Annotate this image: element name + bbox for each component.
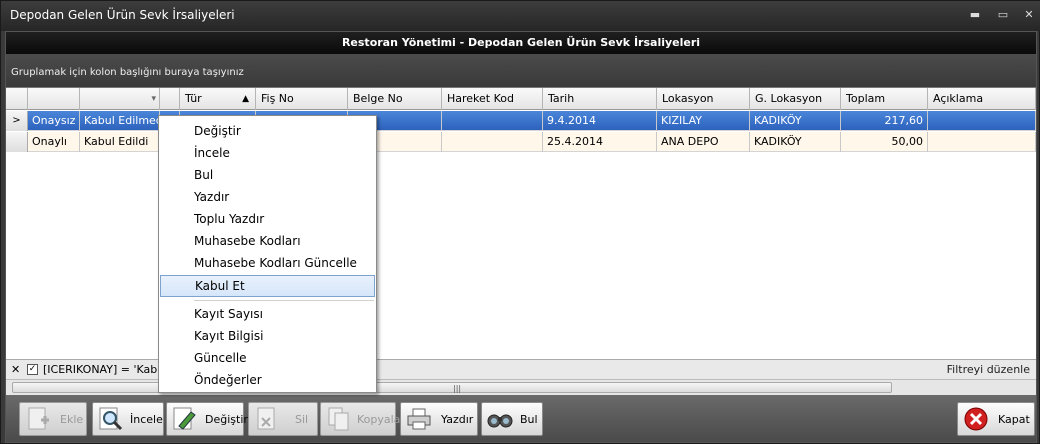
menu-item-kabul-et[interactable]: Kabul Et (160, 275, 375, 297)
column-header-tarih[interactable]: Tarih (543, 88, 657, 110)
column-header-hareket-kod[interactable]: Hareket Kod (442, 88, 543, 110)
edit-button[interactable]: Değiştir (166, 402, 248, 436)
column-header-fis-no[interactable]: Fiş No (256, 88, 348, 110)
menu-item-kayit-sayisi[interactable]: Kayıt Sayısı (159, 303, 376, 325)
inspect-button-label: İncele (130, 413, 163, 426)
column-header-tur[interactable]: Tür ▲ (180, 88, 256, 110)
menu-item-yazdir[interactable]: Yazdır (159, 186, 376, 208)
printer-icon (407, 408, 431, 430)
add-button[interactable]: Ekle (19, 402, 87, 436)
cell-toplam: 50,00 (841, 132, 928, 152)
delete-document-icon (257, 407, 275, 430)
cell-aciklama (928, 132, 1036, 152)
window-title: Depodan Gelen Ürün Sevk İrsaliyeleri (10, 8, 235, 22)
column-header-aciklama[interactable]: Açıklama (928, 88, 1036, 110)
add-button-label: Ekle (60, 413, 84, 426)
menu-item-kayit-bilgisi[interactable]: Kayıt Bilgisi (159, 325, 376, 347)
cell-durum: Onaysız (28, 111, 80, 131)
menu-item-toplu-yazdir[interactable]: Toplu Yazdır (159, 208, 376, 230)
cell-lokasyon: ANA DEPO (657, 132, 750, 152)
grid-header: ▾ Tür ▲ Fiş No Belge No Hareket Kod Tari… (6, 88, 1036, 110)
cell-toplam: 217,60 (841, 111, 928, 131)
find-button[interactable]: Bul (481, 402, 543, 436)
column-header-indicator[interactable] (6, 88, 28, 110)
column-header-durum[interactable] (28, 88, 80, 110)
cell-hareket-kod (442, 111, 543, 131)
group-panel[interactable]: Gruplamak için kolon başlığını buraya ta… (6, 54, 1036, 87)
menu-item-degistir[interactable]: Değiştir (159, 120, 376, 142)
binoculars-icon (487, 414, 513, 428)
column-label-tur: Tür (185, 92, 202, 105)
cell-g-lokasyon: KADIKÖY (750, 132, 841, 152)
cell-lokasyon: KIZILAY (657, 111, 750, 131)
add-document-icon (28, 407, 49, 430)
magnifier-icon (99, 407, 123, 431)
page-title: Restoran Yönetimi - Depodan Gelen Ürün S… (6, 32, 1036, 54)
cell-aciklama (928, 111, 1036, 131)
cell-tarih: 9.4.2014 (543, 111, 657, 131)
filter-icon[interactable]: ▾ (151, 88, 156, 110)
menu-item-muhasebe-kodlari[interactable]: Muhasebe Kodları (159, 230, 376, 252)
copy-button[interactable]: Kopyala (320, 402, 400, 436)
find-button-label: Bul (520, 413, 538, 426)
column-header-blank[interactable] (160, 88, 180, 110)
close-button[interactable]: Kapat (957, 402, 1035, 436)
copy-button-label: Kopyala (357, 413, 401, 426)
column-header-lokasyon[interactable]: Lokasyon (657, 88, 750, 110)
edit-filter-link[interactable]: Filtreyi düzenle (947, 363, 1030, 376)
close-icon (964, 407, 988, 431)
cell-hareket-kod (442, 132, 543, 152)
title-bar: Depodan Gelen Ürün Sevk İrsaliyeleri ▬ ▭… (1, 1, 1040, 31)
close-window-button[interactable]: ✕ (1019, 8, 1039, 21)
column-header-toplam[interactable]: Toplam (841, 88, 928, 110)
filter-enable-checkbox[interactable]: ✓ (27, 364, 38, 375)
toolbar: Ekle İncele Değiştir Sil Kopyala Yazdır … (6, 395, 1036, 442)
menu-item-muhasebe-kodlari-guncelle[interactable]: Muhasebe Kodları Güncelle (159, 252, 376, 274)
maximize-button[interactable]: ▭ (993, 8, 1013, 21)
delete-button-label: Sil (295, 413, 309, 426)
pencil-edit-icon (173, 407, 196, 430)
cell-durum: Onaylı (28, 132, 80, 152)
sort-asc-icon: ▲ (242, 94, 249, 104)
column-header-kabul[interactable]: ▾ (80, 88, 160, 110)
cell-tarih: 25.4.2014 (543, 132, 657, 152)
row-indicator: > (6, 111, 28, 131)
scrollbar-thumb[interactable]: ||| (12, 382, 892, 393)
edit-button-label: Değiştir (205, 413, 248, 426)
menu-separator (194, 300, 374, 301)
menu-item-ondegerler[interactable]: Öndeğerler (159, 369, 376, 391)
menu-item-guncelle[interactable]: Güncelle (159, 347, 376, 369)
delete-button[interactable]: Sil (248, 402, 318, 436)
minimize-button[interactable]: ▬ (965, 8, 985, 21)
inspect-button[interactable]: İncele (92, 402, 164, 436)
print-button-label: Yazdır (441, 413, 474, 426)
column-header-g-lokasyon[interactable]: G. Lokasyon (750, 88, 841, 110)
print-button[interactable]: Yazdır (400, 402, 478, 436)
row-indicator (6, 132, 28, 152)
close-button-label: Kapat (998, 413, 1030, 426)
context-menu: Değiştir İncele Bul Yazdır Toplu Yazdır … (158, 115, 377, 393)
copy-icon (328, 407, 349, 431)
column-header-belge-no[interactable]: Belge No (348, 88, 442, 110)
group-panel-hint: Gruplamak için kolon başlığını buraya ta… (11, 67, 244, 78)
clear-filter-button[interactable]: ✕ (11, 363, 20, 376)
cell-kabul: Kabul Edilmedi (80, 111, 160, 131)
main-window: Depodan Gelen Ürün Sevk İrsaliyeleri ▬ ▭… (0, 0, 1040, 444)
cell-kabul: Kabul Edildi (80, 132, 160, 152)
scrollbar-grip-icon: ||| (453, 384, 462, 393)
cell-g-lokasyon: KADIKÖY (750, 111, 841, 131)
menu-item-bul[interactable]: Bul (159, 164, 376, 186)
menu-item-incele[interactable]: İncele (159, 142, 376, 164)
